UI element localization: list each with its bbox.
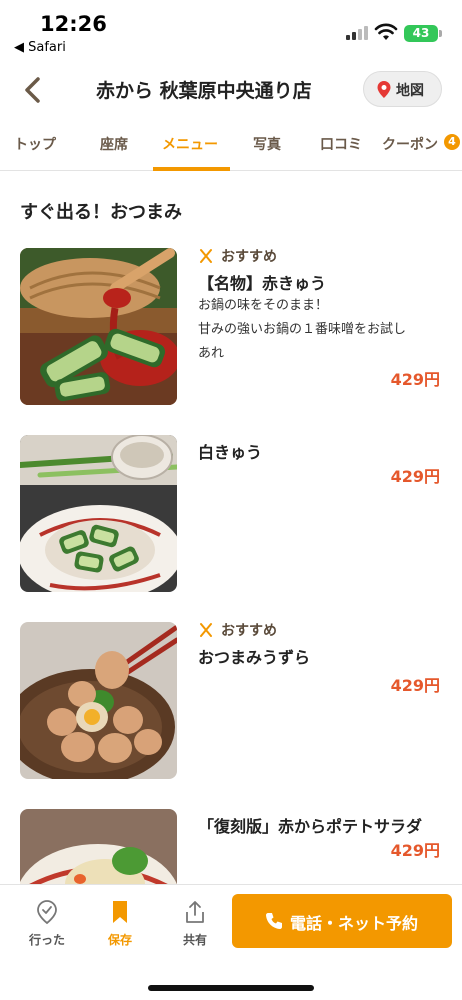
tab-reviews[interactable]: 口コミ [320, 134, 362, 154]
menu-item[interactable]: おすすめ おつまみうずら 429円 [0, 622, 462, 782]
header: 赤から 秋葉原中央通り店 地図 [0, 62, 462, 120]
menu-item-price: 429円 [390, 676, 440, 695]
phone-icon [266, 913, 282, 929]
tab-seats[interactable]: 座席 [100, 134, 128, 154]
reserve-button-label: 電話・ネット予約 [290, 914, 419, 933]
wifi-icon [374, 23, 398, 40]
menu-item-desc-line3: あれ [198, 346, 225, 361]
fork-knife-icon [200, 623, 212, 637]
menu-item-desc-line1: お鍋の味をそのまま！ [198, 298, 329, 313]
back-to-safari-link[interactable]: ◀ Safari [14, 40, 66, 55]
visited-check-icon [37, 900, 57, 925]
menu-item-photo [20, 435, 177, 592]
menu-item[interactable]: 「復刻版」赤からポテトサラダ 429円 [0, 809, 462, 884]
signal-icon [346, 26, 368, 40]
save-button[interactable]: 保存 [90, 899, 150, 948]
section-title: すぐ出る！おつまみ [20, 202, 182, 223]
active-tab-indicator [153, 167, 230, 171]
menu-item[interactable]: おすすめ 【名物】赤きゅう お鍋の味をそのまま！ 甘みの強いお鍋の１番味噌をお試… [0, 248, 462, 408]
save-label: 保存 [107, 933, 132, 947]
menu-item-name: おつまみうずら [198, 648, 311, 667]
recommended-label: おすすめ [221, 623, 277, 639]
bottom-action-bar: 行った 保存 共有 電話・ネット予約 [0, 884, 462, 1000]
back-chevron-icon[interactable] [18, 74, 48, 106]
status-bar: 12:26 ◀ Safari 43 [0, 0, 462, 62]
share-icon [186, 901, 204, 923]
menu-item-photo [20, 622, 177, 779]
tab-coupons[interactable]: クーポン [382, 134, 438, 154]
menu-item[interactable]: 白きゅう 429円 [0, 435, 462, 595]
visited-button[interactable]: 行った [17, 899, 77, 948]
menu-item-name: 白きゅう [198, 443, 263, 462]
home-indicator [148, 985, 314, 991]
visited-label: 行った [28, 933, 65, 947]
battery-tip [439, 30, 442, 37]
battery-icon: 43 [404, 25, 438, 42]
menu-item-name: 「復刻版」赤からポテトサラダ [198, 817, 423, 836]
tab-photos[interactable]: 写真 [253, 134, 281, 154]
fork-knife-icon [200, 249, 212, 263]
page-title: 赤から 秋葉原中央通り店 [96, 80, 312, 102]
tab-bar: トップ 座席 メニュー 写真 口コミ クーポン [0, 124, 462, 171]
menu-item-photo [20, 248, 177, 405]
share-button[interactable]: 共有 [165, 899, 225, 948]
menu-item-name: 【名物】赤きゅう [198, 274, 327, 293]
recommended-label: おすすめ [221, 249, 277, 265]
reserve-button[interactable]: 電話・ネット予約 [232, 894, 452, 948]
tab-top[interactable]: トップ [14, 134, 56, 154]
map-pin-icon [377, 81, 391, 98]
tab-menu[interactable]: メニュー [162, 134, 218, 154]
menu-item-photo [20, 809, 177, 884]
coupon-count-badge: 4 [444, 134, 460, 150]
menu-item-desc-line2: 甘みの強いお鍋の１番味噌をお試し [198, 322, 407, 337]
menu-item-price: 429円 [390, 370, 440, 389]
map-button[interactable]: 地図 [363, 71, 442, 107]
menu-item-price: 429円 [390, 467, 440, 486]
share-label: 共有 [182, 933, 207, 947]
bookmark-icon [113, 901, 127, 923]
map-button-label: 地図 [396, 83, 424, 99]
status-time: 12:26 [40, 12, 107, 36]
menu-item-price: 429円 [390, 841, 440, 860]
